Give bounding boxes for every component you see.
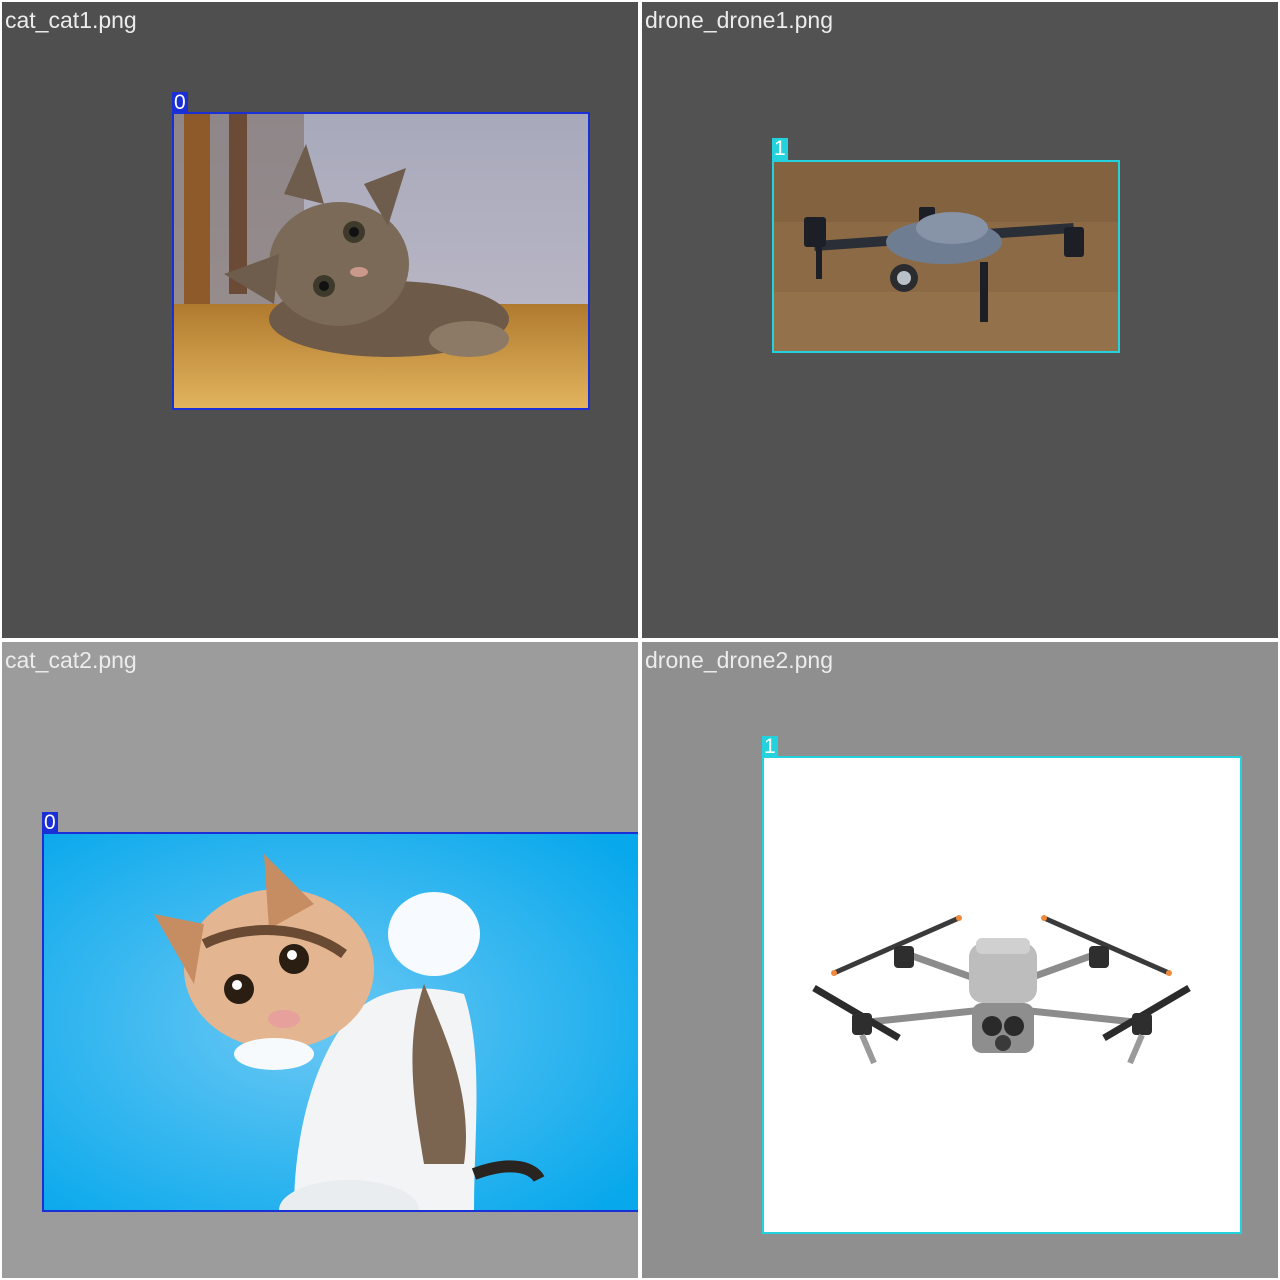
tile-filename: cat_cat1.png — [5, 7, 137, 33]
cat-photo — [44, 834, 638, 1210]
tile-drone-drone2[interactable]: drone_drone2.png 1 — [642, 642, 1278, 1278]
tile-drone-drone1[interactable]: drone_drone1.png 1 — [642, 2, 1278, 638]
tile-filename: drone_drone2.png — [645, 647, 833, 673]
image-grid: cat_cat1.png 0 drone_drone1.png 1 cat_ca… — [0, 0, 1280, 1280]
drone-photo — [774, 162, 1118, 351]
bounding-box[interactable] — [42, 832, 638, 1212]
drone-photo — [764, 758, 1240, 1232]
tile-cat-cat2[interactable]: cat_cat2.png 0 — [2, 642, 638, 1278]
bounding-box[interactable] — [172, 112, 590, 410]
tile-filename: cat_cat2.png — [5, 647, 137, 673]
class-label-tag: 0 — [172, 91, 188, 114]
tile-filename: drone_drone1.png — [645, 7, 833, 33]
bounding-box[interactable] — [762, 756, 1242, 1234]
class-label-tag: 1 — [762, 735, 778, 758]
tile-cat-cat1[interactable]: cat_cat1.png 0 — [2, 2, 638, 638]
class-label-tag: 0 — [42, 811, 58, 834]
class-label-tag: 1 — [772, 137, 788, 160]
cat-photo — [174, 114, 588, 408]
bounding-box[interactable] — [772, 160, 1120, 353]
